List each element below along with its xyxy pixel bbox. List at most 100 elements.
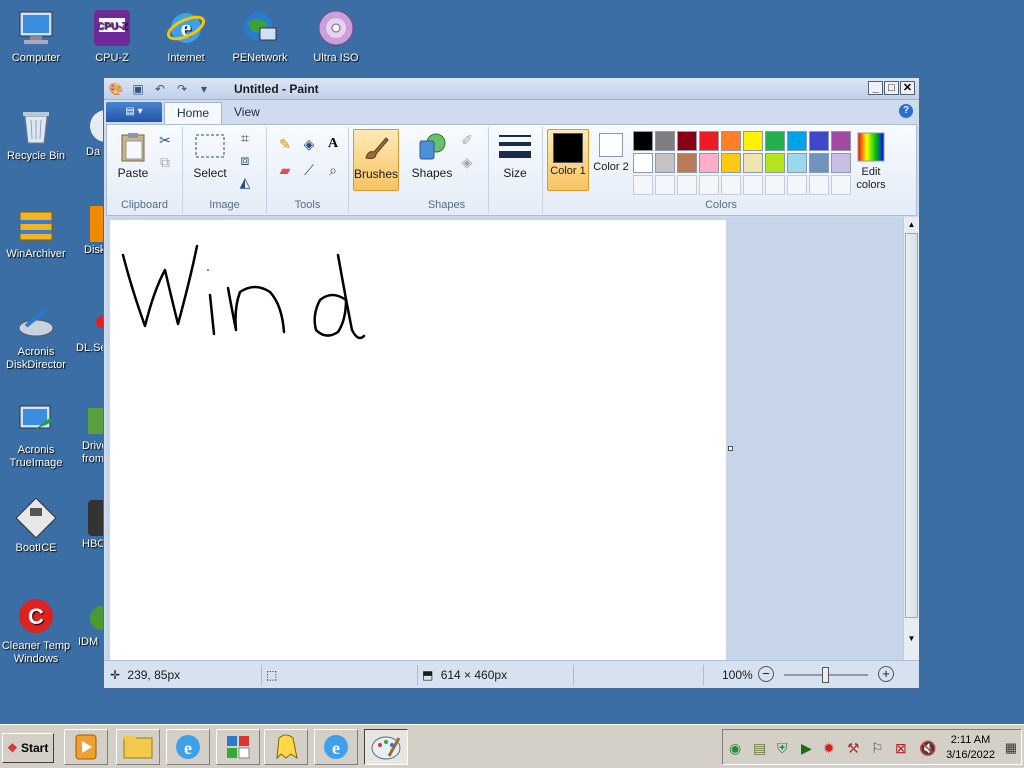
desktop-icon-internet[interactable]: e Internet [150,8,222,65]
pencil-icon[interactable]: ✎ [275,135,295,153]
scroll-thumb[interactable] [905,233,918,618]
palette-swatch[interactable] [765,153,785,173]
resize-icon[interactable]: ⧈ [235,151,255,169]
tools-tray-icon[interactable]: ⚒ [847,740,860,757]
tab-home[interactable]: Home [164,102,223,124]
custom-color-slot[interactable] [655,175,675,195]
edit-colors-button[interactable]: Edit colors [847,131,895,192]
taskbar-internet-explorer[interactable]: e [166,729,210,765]
network-disconnected-tray-icon[interactable]: ⊠ [895,740,907,757]
tab-view[interactable]: View [222,102,272,124]
taskbar-ghost[interactable] [264,729,308,765]
palette-swatch[interactable] [655,131,675,151]
paint-menu-button[interactable]: ▤ ▾ [106,102,162,122]
customize-dropdown-icon[interactable]: ▾ [196,81,212,97]
start-button[interactable]: ❖ Start [2,733,54,763]
vertical-scrollbar[interactable]: ▲ ▼ [903,217,919,660]
custom-color-slot[interactable] [677,175,697,195]
maximize-button[interactable]: □ [884,81,899,95]
taskbar-internet-explorer-2[interactable]: e [314,729,358,765]
zoom-in-button[interactable]: + [878,666,894,682]
palette-swatch[interactable] [633,153,653,173]
text-icon[interactable]: A [323,135,343,153]
rotate-icon[interactable]: ◭ [235,173,255,191]
desktop-icon-bootice[interactable]: BootICE [0,497,72,555]
scroll-up-icon[interactable]: ▲ [905,218,918,232]
desktop-icon-winarchiver[interactable]: WinArchiver [0,204,72,261]
palette-swatch[interactable] [721,153,741,173]
palette-swatch[interactable] [677,153,697,173]
save-icon[interactable]: ▣ [130,81,146,97]
color1-button[interactable]: Color 1 [547,129,589,191]
color2-button[interactable]: Color 2 [593,131,629,174]
desktop-icon-computer[interactable]: Computer [0,8,72,65]
volume-muted-tray-icon[interactable]: 🔇 [919,740,936,757]
scroll-down-icon[interactable]: ▼ [905,632,918,646]
outline-icon[interactable]: ✐ [457,131,477,149]
taskbar-media-player[interactable] [64,729,108,765]
crop-icon[interactable]: ⌗ [235,129,255,147]
size-group[interactable]: Size [489,127,543,213]
magnifier-icon[interactable]: ⌕ [323,161,343,179]
palette-swatch[interactable] [743,131,763,151]
palette-swatch[interactable] [809,131,829,151]
undo-icon[interactable]: ↶ [152,81,168,97]
palette-swatch[interactable] [787,153,807,173]
title-bar[interactable]: 🎨 ▣ ↶ ↷ ▾ Untitled - Paint _ □ ✕ [104,78,919,100]
palette-swatch[interactable] [633,131,653,151]
minimize-button[interactable]: _ [868,81,883,95]
custom-color-slot[interactable] [633,175,653,195]
palette-swatch[interactable] [721,131,741,151]
play-tray-icon[interactable]: ▶ [801,740,812,757]
clock[interactable]: 2:11 AM 3/16/2022 [946,733,995,763]
taskbar-unit-converter[interactable] [216,729,260,765]
desktop-icon-recycle-bin[interactable]: Recycle Bin [0,106,72,163]
palette-swatch[interactable] [699,153,719,173]
eraser-icon[interactable]: ▰ [275,161,295,179]
canvas-resize-handle[interactable] [728,446,733,451]
desktop-icon-ultraiso[interactable]: Ultra ISO [300,8,372,65]
brushes-button[interactable]: Brushes [353,129,399,191]
color-picker-icon[interactable]: ⟋ [299,161,319,179]
shapes-button[interactable]: Shapes [409,131,455,180]
desktop-icon-cleaner-temp[interactable]: C Cleaner Temp Windows [0,596,72,666]
alert-tray-icon[interactable]: ✹ [823,740,835,757]
desktop-icon-acronis-trueimage[interactable]: Acronis TrueImage [0,400,72,470]
drawing-canvas[interactable] [110,220,726,660]
select-button[interactable]: Select [187,131,233,180]
custom-color-slot[interactable] [743,175,763,195]
palette-swatch[interactable] [677,131,697,151]
cut-icon[interactable]: ✂ [155,131,175,149]
close-button[interactable]: ✕ [900,81,915,95]
palette-swatch[interactable] [743,153,763,173]
show-desktop-icon[interactable]: ▦ [1005,740,1017,756]
shield-tray-icon[interactable]: ⛨ [777,740,788,757]
taskbar-paint[interactable] [364,729,408,765]
zoom-out-button[interactable]: − [758,666,774,682]
taskbar-explorer[interactable] [116,729,160,765]
palette-swatch[interactable] [655,153,675,173]
paste-button[interactable]: Paste [113,131,153,180]
flag-tray-icon[interactable]: ⚐ [871,740,884,757]
copy-icon[interactable]: ⧉ [155,153,175,171]
custom-color-slot[interactable] [699,175,719,195]
drive-tray-icon[interactable]: ▤ [753,740,766,757]
redo-icon[interactable]: ↷ [174,81,190,97]
custom-color-slot[interactable] [787,175,807,195]
palette-swatch[interactable] [787,131,807,151]
custom-color-slot[interactable] [765,175,785,195]
size-button[interactable]: Size [495,131,535,180]
palette-swatch[interactable] [765,131,785,151]
paint-app-icon[interactable]: 🎨 [108,81,124,97]
palette-swatch[interactable] [809,153,829,173]
palette-swatch[interactable] [699,131,719,151]
desktop-icon-acronis-diskdirector[interactable]: Acronis DiskDirector [0,302,72,372]
desktop-icon-penetwork[interactable]: PENetwork [224,8,296,65]
custom-color-slot[interactable] [721,175,741,195]
custom-color-slot[interactable] [809,175,829,195]
zoom-slider-thumb[interactable] [822,667,829,683]
desktop-icon-dlse[interactable]: DL.Se [76,302,106,355]
help-icon[interactable]: ? [899,104,913,118]
shape-fill-icon[interactable]: ◈ [457,153,477,171]
network-tray-icon[interactable]: ◉ [729,740,741,757]
